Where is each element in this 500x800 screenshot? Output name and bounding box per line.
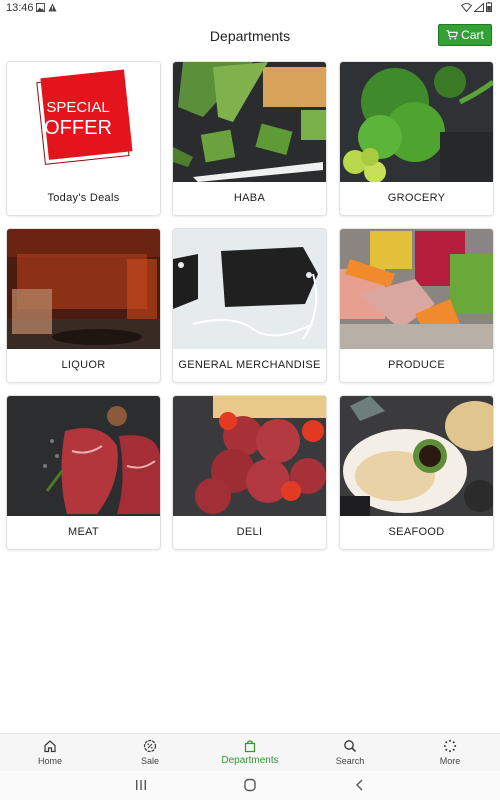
tile-label: DELI — [236, 526, 263, 538]
system-nav-bar — [0, 771, 500, 800]
tile-label: LIQUOR — [61, 359, 106, 371]
nav-label: Search — [335, 756, 365, 766]
tile-label: GROCERY — [387, 192, 446, 204]
signal-icon — [474, 2, 484, 12]
nav-item-departments[interactable]: Departments — [200, 734, 300, 772]
department-tile-deli[interactable]: DELI — [172, 395, 327, 550]
header: Departments Cart — [0, 18, 500, 54]
nav-item-home[interactable]: Home — [0, 734, 100, 772]
nav-label: Departments — [221, 755, 279, 766]
battery-icon — [486, 2, 492, 12]
department-tile-grocery[interactable]: GROCERY — [339, 61, 494, 216]
nav-label: Sale — [140, 756, 159, 766]
tile-label: MEAT — [68, 526, 99, 538]
todays-deals-image: SPECIAL OFFER — [7, 62, 160, 182]
home-icon — [44, 740, 56, 753]
department-tile-produce[interactable]: PRODUCE — [339, 228, 494, 383]
grocery-image — [340, 62, 493, 182]
bottom-nav: Home Sale Departments Search More — [0, 733, 500, 771]
nav-item-more[interactable]: More — [400, 734, 500, 772]
cart-icon — [446, 30, 459, 40]
nav-label: More — [439, 756, 461, 766]
liquor-image — [7, 229, 160, 349]
department-tile-liquor[interactable]: LIQUOR — [6, 228, 161, 383]
tile-label: SEAFOOD — [388, 526, 445, 538]
cart-button[interactable]: Cart — [438, 24, 492, 46]
department-tile-todays-deals[interactable]: SPECIAL OFFER Today's Deals — [6, 61, 161, 216]
cart-label: Cart — [461, 28, 484, 42]
haba-image — [173, 62, 326, 182]
status-indicators — [461, 2, 492, 12]
deli-image — [173, 396, 326, 516]
more-icon — [443, 739, 457, 753]
sale-icon — [143, 739, 157, 753]
department-tile-meat[interactable]: MEAT — [6, 395, 161, 550]
warning-icon — [48, 3, 57, 12]
tile-label: HABA — [233, 192, 266, 204]
image-notification-icon — [36, 3, 45, 12]
tile-label: Today's Deals — [47, 192, 120, 204]
department-tile-seafood[interactable]: SEAFOOD — [339, 395, 494, 550]
produce-image — [340, 229, 493, 349]
wifi-icon — [461, 2, 472, 12]
offer-line1: SPECIAL — [46, 99, 109, 116]
departments-icon — [244, 740, 256, 753]
tile-label: GENERAL MERCHANDISE — [178, 359, 321, 371]
nav-item-search[interactable]: Search — [300, 734, 400, 772]
back-icon[interactable] — [352, 778, 368, 792]
status-bar: 13:46 — [0, 0, 500, 16]
department-tile-haba[interactable]: HABA — [172, 61, 327, 216]
nav-label: Home — [37, 756, 62, 766]
page-title: Departments — [209, 28, 291, 44]
tile-label: PRODUCE — [387, 359, 446, 371]
nav-item-sale[interactable]: Sale — [100, 734, 200, 772]
department-tile-general-merchandise[interactable]: GENERAL MERCHANDISE — [172, 228, 327, 383]
meat-image — [7, 396, 160, 516]
offer-line2: OFFER — [44, 117, 112, 139]
recent-apps-icon[interactable] — [133, 778, 149, 792]
search-icon — [344, 740, 357, 753]
general-merchandise-image — [173, 229, 326, 349]
status-time: 13:46 — [6, 2, 34, 14]
home-button-icon[interactable] — [242, 778, 258, 792]
seafood-image — [340, 396, 493, 516]
